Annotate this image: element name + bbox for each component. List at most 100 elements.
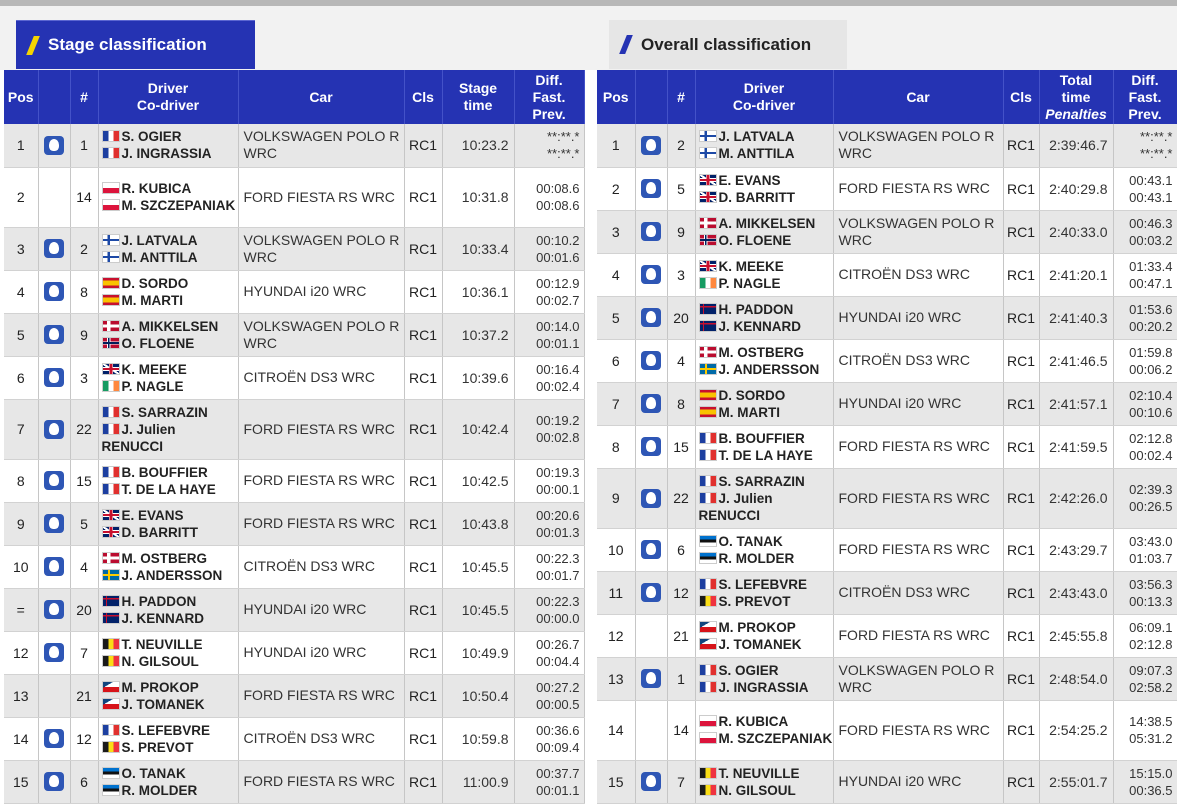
crew-cell[interactable]: S. SARRAZIN J. Julien RENUCCI: [695, 468, 834, 529]
table-row[interactable]: 7 8 D. SORDO M. MARTI HYUNDAI i20 WRC RC1 2:41…: [597, 382, 1177, 426]
driver-name[interactable]: J. LATVALA: [122, 233, 198, 248]
driver-name[interactable]: S. SARRAZIN: [122, 405, 208, 420]
table-row[interactable]: 3 9 A. MIKKELSEN O. FLOENE VOLKSWAGEN POLO R…: [597, 210, 1177, 254]
crew-cell[interactable]: R. KUBICA M. SZCZEPANIAK: [98, 167, 239, 228]
table-row[interactable]: 6 3 K. MEEKE P. NAGLE CITROËN DS3 WRC RC1 10:3…: [4, 356, 585, 400]
col-header-num[interactable]: #: [667, 70, 696, 124]
crew-cell[interactable]: D. SORDO M. MARTI: [98, 270, 239, 314]
crew-cell[interactable]: O. TANAK R. MOLDER: [98, 760, 239, 804]
col-header-car[interactable]: Car: [238, 70, 405, 124]
driver-name[interactable]: O. TANAK: [122, 766, 186, 781]
crew-cell[interactable]: J. LATVALA M. ANTTILA: [695, 124, 834, 168]
driver-name[interactable]: O. TANAK: [719, 534, 783, 549]
tab-stage-classification[interactable]: Stage classification: [16, 20, 255, 69]
col-header-driver[interactable]: Driver Co-driver: [695, 70, 834, 124]
table-row[interactable]: 4 3 K. MEEKE P. NAGLE CITROËN DS3 WRC RC1 2:41…: [597, 253, 1177, 297]
driver-name[interactable]: E. EVANS: [122, 508, 184, 523]
tab-overall-classification[interactable]: Overall classification: [609, 20, 847, 69]
col-header-car[interactable]: Car: [833, 70, 1004, 124]
table-row[interactable]: 11 12 S. LEFEBVRE S. PREVOT CITROËN DS3 WRC R…: [597, 571, 1177, 615]
driver-name[interactable]: M. OSTBERG: [719, 345, 805, 360]
crew-cell[interactable]: S. LEFEBVRE S. PREVOT: [695, 571, 834, 615]
driver-name[interactable]: B. BOUFFIER: [719, 431, 805, 446]
crew-cell[interactable]: E. EVANS D. BARRITT: [98, 502, 239, 546]
driver-name[interactable]: D. SORDO: [719, 388, 786, 403]
table-row[interactable]: 8 15 B. BOUFFIER T. DE LA HAYE FORD FIESTA R…: [597, 425, 1177, 469]
table-row[interactable]: 9 5 E. EVANS D. BARRITT FORD FIESTA RS WRC RC…: [4, 502, 585, 546]
crew-cell[interactable]: B. BOUFFIER T. DE LA HAYE: [695, 425, 834, 469]
table-row[interactable]: 6 4 M. OSTBERG J. ANDERSSON CITROËN DS3 WRC R…: [597, 339, 1177, 383]
driver-name[interactable]: A. MIKKELSEN: [719, 216, 816, 231]
crew-cell[interactable]: H. PADDON J. KENNARD: [695, 296, 834, 340]
codriver-name[interactable]: N. GILSOUL: [719, 783, 796, 798]
codriver-name[interactable]: P. NAGLE: [122, 379, 184, 394]
crew-cell[interactable]: S. SARRAZIN J. Julien RENUCCI: [98, 399, 239, 460]
crew-cell[interactable]: T. NEUVILLE N. GILSOUL: [98, 631, 239, 675]
crew-cell[interactable]: A. MIKKELSEN O. FLOENE: [98, 313, 239, 357]
table-row[interactable]: 10 4 M. OSTBERG J. ANDERSSON CITROËN DS3 WRC…: [4, 545, 585, 589]
codriver-name[interactable]: J. TOMANEK: [122, 697, 205, 712]
driver-name[interactable]: S. LEFEBVRE: [719, 577, 808, 592]
crew-cell[interactable]: R. KUBICA M. SZCZEPANIAK: [695, 700, 834, 761]
driver-name[interactable]: E. EVANS: [719, 173, 781, 188]
crew-cell[interactable]: S. OGIER J. INGRASSIA: [695, 657, 834, 701]
codriver-name[interactable]: T. DE LA HAYE: [122, 482, 216, 497]
table-row[interactable]: 2 14 R. KUBICA M. SZCZEPANIAK FORD FIESTA RS…: [4, 167, 585, 228]
col-header-pos[interactable]: Pos: [597, 70, 636, 124]
codriver-name[interactable]: J. ANDERSSON: [122, 568, 223, 583]
col-header-cls[interactable]: Cls: [404, 70, 443, 124]
driver-name[interactable]: K. MEEKE: [719, 259, 784, 274]
table-row[interactable]: 12 21 M. PROKOP J. TOMANEK FORD FIESTA RS WR…: [597, 614, 1177, 658]
driver-name[interactable]: S. OGIER: [719, 663, 779, 678]
driver-name[interactable]: T. NEUVILLE: [719, 766, 800, 781]
driver-name[interactable]: A. MIKKELSEN: [122, 319, 219, 334]
codriver-name[interactable]: J. KENNARD: [719, 319, 802, 334]
codriver-name[interactable]: J. INGRASSIA: [122, 146, 212, 161]
driver-name[interactable]: K. MEEKE: [122, 362, 187, 377]
table-row[interactable]: 15 7 T. NEUVILLE N. GILSOUL HYUNDAI i20 WRC R…: [597, 760, 1177, 804]
codriver-name[interactable]: N. GILSOUL: [122, 654, 199, 669]
driver-name[interactable]: M. OSTBERG: [122, 551, 208, 566]
codriver-name[interactable]: R. MOLDER: [719, 551, 795, 566]
crew-cell[interactable]: E. EVANS D. BARRITT: [695, 167, 834, 211]
driver-name[interactable]: T. NEUVILLE: [122, 637, 203, 652]
crew-cell[interactable]: D. SORDO M. MARTI: [695, 382, 834, 426]
codriver-name[interactable]: D. BARRITT: [719, 190, 796, 205]
col-header-pos[interactable]: Pos: [4, 70, 39, 124]
table-row[interactable]: 9 22 S. SARRAZIN J. Julien RENUCCI FORD FIES…: [597, 468, 1177, 529]
table-row[interactable]: 3 2 J. LATVALA M. ANTTILA VOLKSWAGEN POLO R …: [4, 227, 585, 271]
codriver-name[interactable]: M. SZCZEPANIAK: [719, 731, 833, 746]
crew-cell[interactable]: J. LATVALA M. ANTTILA: [98, 227, 239, 271]
table-row[interactable]: 7 22 S. SARRAZIN J. Julien RENUCCI FORD FIES…: [4, 399, 585, 460]
table-row[interactable]: 13 21 M. PROKOP J. TOMANEK FORD FIESTA RS WR…: [4, 674, 585, 718]
col-header-time[interactable]: Total time Penalties: [1039, 70, 1114, 124]
crew-cell[interactable]: H. PADDON J. KENNARD: [98, 588, 239, 632]
driver-name[interactable]: R. KUBICA: [122, 181, 192, 196]
col-header-cls[interactable]: Cls: [1003, 70, 1040, 124]
driver-name[interactable]: M. PROKOP: [122, 680, 199, 695]
col-header-time[interactable]: Stage time: [442, 70, 515, 124]
driver-name[interactable]: H. PADDON: [122, 594, 197, 609]
table-row[interactable]: 1 2 J. LATVALA M. ANTTILA VOLKSWAGEN POLO R …: [597, 124, 1177, 168]
table-row[interactable]: 5 20 H. PADDON J. KENNARD HYUNDAI i20 WRC RC1…: [597, 296, 1177, 340]
codriver-name[interactable]: S. PREVOT: [122, 740, 194, 755]
driver-name[interactable]: H. PADDON: [719, 302, 794, 317]
table-row[interactable]: 8 15 B. BOUFFIER T. DE LA HAYE FORD FIESTA R…: [4, 459, 585, 503]
crew-cell[interactable]: O. TANAK R. MOLDER: [695, 528, 834, 572]
crew-cell[interactable]: S. LEFEBVRE S. PREVOT: [98, 717, 239, 761]
driver-name[interactable]: B. BOUFFIER: [122, 465, 208, 480]
codriver-name[interactable]: M. ANTTILA: [122, 250, 198, 265]
driver-name[interactable]: S. SARRAZIN: [719, 474, 805, 489]
driver-name[interactable]: S. LEFEBVRE: [122, 723, 211, 738]
codriver-name[interactable]: J. ANDERSSON: [719, 362, 820, 377]
table-row[interactable]: 4 8 D. SORDO M. MARTI HYUNDAI i20 WRC RC1 10:3…: [4, 270, 585, 314]
codriver-name[interactable]: O. FLOENE: [719, 233, 792, 248]
codriver-name[interactable]: R. MOLDER: [122, 783, 198, 798]
codriver-name[interactable]: J. TOMANEK: [719, 637, 802, 652]
codriver-name[interactable]: M. SZCZEPANIAK: [122, 198, 236, 213]
col-header-diff[interactable]: Diff. Fast. Prev.: [514, 70, 585, 124]
codriver-name[interactable]: P. NAGLE: [719, 276, 781, 291]
codriver-name[interactable]: M. MARTI: [719, 405, 781, 420]
codriver-name[interactable]: T. DE LA HAYE: [719, 448, 813, 463]
col-header-driver[interactable]: Driver Co-driver: [98, 70, 239, 124]
